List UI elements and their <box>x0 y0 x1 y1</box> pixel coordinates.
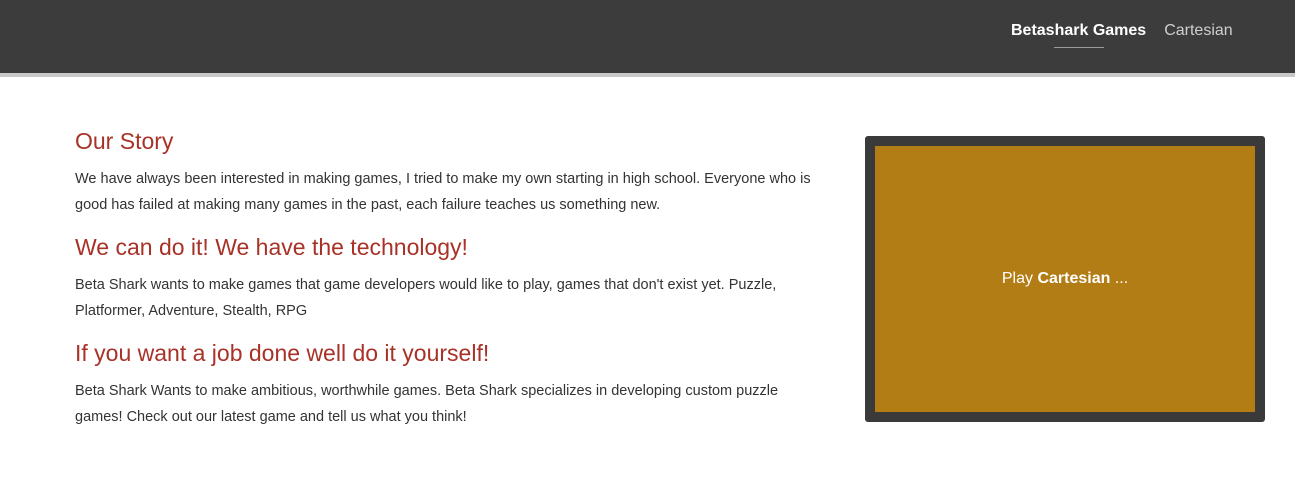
section-heading: If you want a job done well do it yourse… <box>75 340 490 366</box>
section-heading: Our Story <box>75 128 174 154</box>
active-nav-underline <box>1053 47 1104 48</box>
top-navigation-bar: Betashark Games Cartesian <box>0 0 1295 77</box>
section-text: Beta Shark wants to make games that game… <box>75 277 777 319</box>
game-title: Cartesian <box>1037 270 1111 287</box>
play-suffix: ... <box>1110 270 1129 287</box>
nav-item-betashark-games[interactable]: Betashark Games <box>1011 20 1147 48</box>
section-text: Beta Shark Wants to make ambitious, wort… <box>75 383 779 425</box>
main-content: Our Story We have always been interested… <box>75 126 820 444</box>
main-nav: Betashark Games Cartesian <box>1011 20 1233 48</box>
play-prefix: Play <box>1001 270 1038 287</box>
section-do-it-yourself: If you want a job done well do it yourse… <box>75 338 820 430</box>
nav-item-cartesian[interactable]: Cartesian <box>1164 20 1232 42</box>
section-text: We have always been interested in making… <box>75 171 811 213</box>
section-technology: We can do it! We have the technology! Be… <box>75 232 820 324</box>
nav-item-label: Cartesian <box>1164 22 1233 39</box>
section-our-story: Our Story We have always been interested… <box>75 126 820 218</box>
section-heading: We can do it! We have the technology! <box>75 234 468 260</box>
game-card: Play Cartesian ... <box>865 136 1265 422</box>
play-game-label: Play Cartesian ... <box>1002 270 1128 288</box>
play-game-button[interactable]: Play Cartesian ... <box>875 146 1255 412</box>
nav-item-label: Betashark Games <box>1011 22 1147 39</box>
